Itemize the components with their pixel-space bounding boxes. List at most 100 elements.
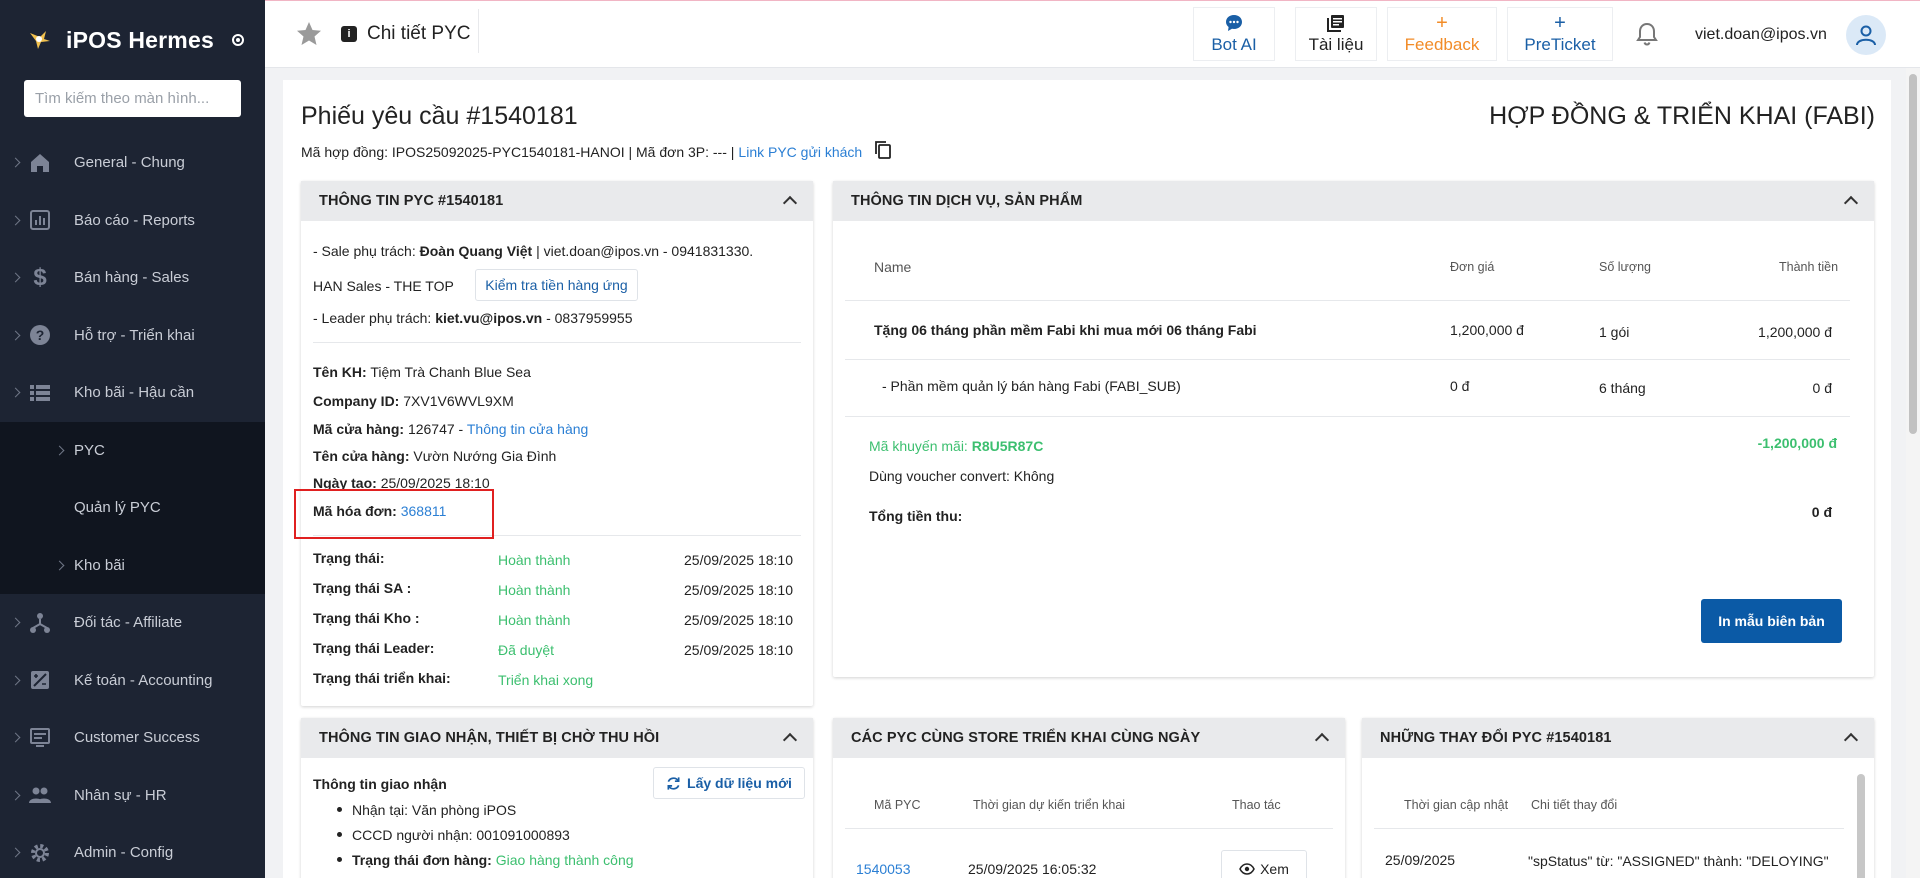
product-total: 1,200,000 đ xyxy=(1758,324,1832,340)
radio-icon[interactable] xyxy=(231,34,244,46)
card-header-title: THÔNG TIN GIAO NHẬN, THIẾT BỊ CHỜ THU HỒ… xyxy=(319,730,660,746)
bell-icon[interactable] xyxy=(1635,21,1659,47)
changes-card: NHỮNG THAY ĐỔI PYC #1540181 Thời gian cậ… xyxy=(1362,718,1874,878)
product-qty: 6 tháng xyxy=(1599,380,1646,396)
chevron-up-icon[interactable] xyxy=(1843,732,1859,748)
store-code-row: Mã cửa hàng: 126747 - Thông tin cửa hàng xyxy=(313,421,588,437)
customer-link[interactable]: Link PYC gửi khách xyxy=(738,144,862,160)
card-header[interactable]: THÔNG TIN GIAO NHẬN, THIẾT BỊ CHỜ THU HỒ… xyxy=(301,718,813,758)
sidebar-item-pyc[interactable]: PYC xyxy=(0,422,265,480)
chevron-up-icon[interactable] xyxy=(1843,195,1859,211)
accounting-icon xyxy=(28,668,52,692)
scrollbar-thumb[interactable] xyxy=(1909,74,1917,434)
monitor-icon xyxy=(28,726,52,750)
sidebar-item-customer-success[interactable]: Customer Success xyxy=(0,709,265,767)
change-detail: "spStatus" từ: "ASSIGNED" thành: "DELOYI… xyxy=(1528,853,1829,869)
chevron-up-icon[interactable] xyxy=(782,732,798,748)
column-header: Mã PYC xyxy=(874,798,921,812)
sidebar-item-reports[interactable]: Báo cáo - Reports xyxy=(0,192,265,250)
card-header[interactable]: THÔNG TIN DỊCH VỤ, SẢN PHẨM xyxy=(833,181,1874,221)
status-value: Hoàn thành xyxy=(498,552,571,568)
sidebar-item-hr[interactable]: Nhân sự - HR xyxy=(0,767,265,825)
status-label: Trạng thái triển khai: xyxy=(313,670,451,686)
divider xyxy=(478,9,479,53)
chevron-right-icon xyxy=(10,387,21,398)
card-header[interactable]: CÁC PYC CÙNG STORE TRIỂN KHAI CÙNG NGÀY xyxy=(833,718,1345,758)
chevron-right-icon xyxy=(54,560,65,571)
card-header[interactable]: THÔNG TIN PYC #1540181 xyxy=(301,181,813,221)
sale-team: HAN Sales - THE TOP xyxy=(313,278,454,294)
sale-line: - Sale phụ trách: Đoàn Quang Việt | viet… xyxy=(313,243,753,259)
total-value: 0 đ xyxy=(1811,504,1832,520)
bot-ai-label: Bot AI xyxy=(1211,35,1257,54)
preticket-button[interactable]: + PreTicket xyxy=(1507,7,1613,61)
delivery-card: THÔNG TIN GIAO NHẬN, THIẾT BỊ CHỜ THU HỒ… xyxy=(301,718,813,878)
sidebar-item-accounting[interactable]: Kế toán - Accounting xyxy=(0,652,265,710)
total-label: Tổng tiền thu: xyxy=(869,508,963,524)
sidebar-item-affiliate[interactable]: Đối tác - Affiliate xyxy=(0,594,265,652)
leader-line: - Leader phụ trách: kiet.vu@ipos.vn - 08… xyxy=(313,310,633,326)
page-scrollbar[interactable] xyxy=(1906,68,1920,878)
sidebar-item-admin[interactable]: Admin - Config xyxy=(0,824,265,878)
chevron-right-icon xyxy=(10,675,21,686)
changes-scrollbar[interactable] xyxy=(1857,774,1865,878)
leader-email: kiet.vu@ipos.vn xyxy=(435,310,543,326)
header-title-text: Chi tiết PYC xyxy=(367,23,471,44)
user-email[interactable]: viet.doan@ipos.vn xyxy=(1695,26,1827,44)
divider xyxy=(845,416,1850,417)
status-label: Trạng thái Leader: xyxy=(313,640,435,656)
main-content: Phiếu yêu cầu #1540181 Mã hợp đồng: IPOS… xyxy=(283,80,1891,878)
copy-icon[interactable] xyxy=(874,141,892,159)
delivery-section-title: Thông tin giao nhận xyxy=(313,776,447,792)
info-icon: i xyxy=(341,26,357,42)
chevron-right-icon xyxy=(10,215,21,226)
sidebar-search-input[interactable] xyxy=(35,90,230,107)
column-header: Chi tiết thay đổi xyxy=(1531,798,1618,812)
status-value: Đã duyệt xyxy=(498,642,555,658)
sidebar-item-label: Admin - Config xyxy=(74,844,174,862)
brand[interactable]: iPOS Hermes xyxy=(0,0,265,80)
voucher-text: Dùng voucher convert: Không xyxy=(869,468,1055,484)
status-value: Triển khai xong xyxy=(498,672,594,688)
status-time: 25/09/2025 18:10 xyxy=(684,642,793,658)
chevron-up-icon[interactable] xyxy=(1314,732,1330,748)
sidebar-item-warehouse[interactable]: Kho bãi - Hậu cần xyxy=(0,364,265,422)
avatar[interactable] xyxy=(1846,15,1886,55)
status-time: 25/09/2025 18:10 xyxy=(684,552,793,568)
promo-row: Mã khuyến mãi: R8U5R87C xyxy=(869,438,1043,454)
documents-button[interactable]: Tài liệu xyxy=(1295,7,1377,61)
sidebar-item-support[interactable]: ? Hỗ trợ - Triển khai xyxy=(0,307,265,365)
bot-ai-button[interactable]: Bot AI xyxy=(1193,7,1275,61)
page-title: Phiếu yêu cầu #1540181 xyxy=(301,102,578,130)
list-icon xyxy=(28,381,52,405)
refresh-label: Lấy dữ liệu mới xyxy=(687,775,792,791)
eye-icon xyxy=(1239,863,1255,875)
check-advance-button[interactable]: Kiểm tra tiền hàng ứng xyxy=(475,269,638,301)
refresh-data-button[interactable]: Lấy dữ liệu mới xyxy=(653,767,805,799)
chevron-right-icon xyxy=(10,272,21,283)
feedback-label: Feedback xyxy=(1404,35,1480,54)
pyc-id-link[interactable]: 1540053 xyxy=(856,861,911,877)
sale-contact: | viet.doan@ipos.vn - 0941831330. xyxy=(536,243,754,259)
feedback-button[interactable]: + Feedback xyxy=(1387,7,1497,61)
sidebar-item-kho-bai[interactable]: Kho bãi xyxy=(0,537,265,595)
sidebar-item-sales[interactable]: $ Bán hàng - Sales xyxy=(0,249,265,307)
contract-type-title: HỢP ĐỒNG & TRIỂN KHAI (FABI) xyxy=(1489,102,1875,130)
chevron-up-icon[interactable] xyxy=(782,195,798,211)
preticket-label: PreTicket xyxy=(1524,35,1596,54)
view-button[interactable]: Xem xyxy=(1221,850,1307,878)
product-price: 1,200,000 đ xyxy=(1450,322,1524,338)
hermes-logo-icon xyxy=(30,31,50,49)
print-report-button[interactable]: In mẫu biên bản xyxy=(1701,599,1842,643)
promo-amount: -1,200,000 đ xyxy=(1757,435,1837,451)
sidebar-item-manage-pyc[interactable]: Quản lý PYC xyxy=(0,479,265,537)
star-icon[interactable] xyxy=(295,20,323,48)
chat-icon xyxy=(1225,13,1243,33)
chevron-right-icon xyxy=(10,847,21,858)
card-header-title: CÁC PYC CÙNG STORE TRIỂN KHAI CÙNG NGÀY xyxy=(851,730,1201,746)
pyc-time: 25/09/2025 16:05:32 xyxy=(968,861,1097,877)
same-store-card: CÁC PYC CÙNG STORE TRIỂN KHAI CÙNG NGÀY … xyxy=(833,718,1345,878)
store-info-link[interactable]: Thông tin cửa hàng xyxy=(467,421,588,437)
sidebar-item-general[interactable]: General - Chung xyxy=(0,134,265,192)
card-header[interactable]: NHỮNG THAY ĐỔI PYC #1540181 xyxy=(1362,718,1874,758)
